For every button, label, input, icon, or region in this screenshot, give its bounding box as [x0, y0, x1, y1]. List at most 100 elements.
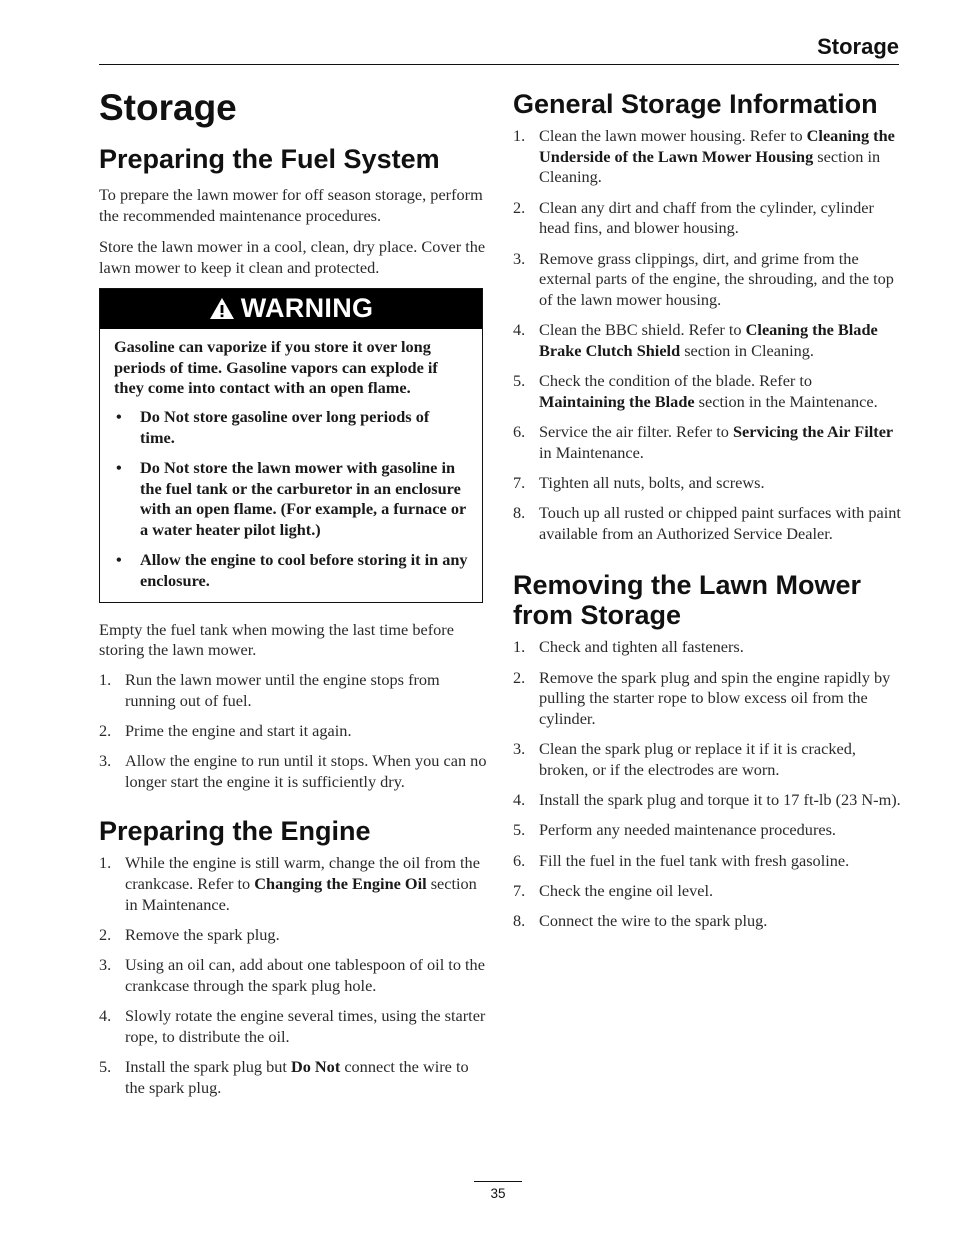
list-item: 2. Clean any dirt and chaff from the cyli… — [513, 198, 901, 239]
list-item: 3. Allow the engine to run until it stops… — [99, 751, 487, 792]
page-title: Storage — [99, 87, 237, 128]
cross-reference: Servicing the Air Filter — [732, 421, 894, 441]
item-number: 5. — [99, 1057, 112, 1077]
item-number: 1. — [99, 669, 112, 689]
item-number: 4. — [513, 790, 526, 810]
item-number: 6. — [513, 850, 526, 870]
cross-reference: Maintaining the Blade — [539, 391, 695, 411]
item-number: 1. — [513, 637, 526, 657]
warning-title: WARNING — [240, 293, 374, 324]
paragraph: Empty the fuel tank when mowing the last… — [99, 619, 454, 660]
warning-intro: Gasoline can vaporize if you store it ov… — [114, 336, 438, 398]
item-text: Connect the wire to the spark plug. — [539, 910, 768, 930]
warning-bullet: • Allow the engine to cool before storing… — [116, 550, 468, 590]
list-item: 8. Connect the wire to the spark plug. — [513, 911, 901, 932]
item-number: 3. — [513, 248, 526, 268]
item-text: Perform any needed maintenance procedure… — [539, 820, 836, 840]
item-text: in Maintenance. — [539, 442, 644, 462]
list-item: 7. Check the engine oil level. — [513, 881, 901, 902]
list-item: 3. Using an oil can, add about one tables… — [99, 955, 487, 996]
running-head: Storage — [817, 34, 899, 59]
left-column: Storage Preparing the Fuel System To pre… — [99, 86, 487, 1108]
footer-rule — [474, 1181, 522, 1182]
item-number: 8. — [513, 503, 526, 523]
item-number: 4. — [99, 1006, 112, 1026]
item-number: 2. — [99, 925, 112, 945]
section-heading-fuel-system: Preparing the Fuel System — [99, 144, 440, 174]
list-item: 1. Check and tighten all fasteners. — [513, 637, 901, 658]
paragraph: Store the lawn mower in a cool, clean, d… — [99, 237, 486, 278]
item-text: Prime the engine and start it again. — [125, 720, 352, 740]
item-text: Check and tighten all fasteners. — [539, 637, 744, 657]
item-text: Clean any dirt and chaff from the cylind… — [539, 197, 874, 238]
list-item: 5. Install the spark plug but Do Not conn… — [99, 1057, 487, 1098]
warning-header: WARNING — [100, 288, 482, 329]
section-heading-general-storage: General Storage Information — [513, 89, 878, 119]
list-item: 6. Fill the fuel in the fuel tank with fr… — [513, 851, 901, 872]
item-text: Allow the engine to run until it stops. … — [125, 751, 487, 791]
item-number: 1. — [99, 853, 112, 873]
list-item: 1. Run the lawn mower until the engine st… — [99, 670, 487, 711]
section-heading-removing: Removing the Lawn Mower from Storage — [513, 570, 862, 631]
list-item: 6. Service the air filter. Refer to Servi… — [513, 422, 901, 463]
warning-triangle-icon — [209, 298, 234, 320]
list-item: 3. Remove grass clippings, dirt, and grim… — [513, 249, 901, 311]
general-steps-list: 1. Clean the lawn mower housing. Refer to… — [513, 126, 901, 544]
item-text: Service the air filter. Refer to — [539, 421, 733, 441]
item-text: Remove grass clippings, dirt, and grime … — [539, 248, 894, 309]
warning-bullets: • Do Not store gasoline over long periods… — [114, 407, 468, 592]
header-rule — [99, 64, 899, 65]
list-item: 4. Clean the BBC shield. Refer to Cleanin… — [513, 320, 901, 361]
list-item: 2. Remove the spark plug. — [99, 925, 487, 946]
list-item: 3. Clean the spark plug or replace it if … — [513, 739, 901, 780]
item-text: Clean the BBC shield. Refer to — [539, 320, 746, 340]
item-text: Run the lawn mower until the engine stop… — [125, 669, 440, 710]
list-item: 8. Touch up all rusted or chipped paint s… — [513, 503, 901, 544]
item-number: 4. — [513, 320, 526, 340]
item-text: Remove the spark plug and spin the engin… — [539, 667, 891, 729]
item-number: 3. — [513, 739, 526, 759]
item-number: 7. — [513, 472, 526, 492]
item-text: Remove the spark plug. — [125, 925, 280, 945]
list-item: 2. Prime the engine and start it again. — [99, 721, 487, 742]
paragraph: To prepare the lawn mower for off season… — [99, 185, 483, 225]
engine-steps-list: 1. While the engine is still warm, change… — [99, 853, 487, 1098]
page-number: 35 — [490, 1186, 506, 1201]
right-column: General Storage Information 1. Clean the … — [513, 86, 901, 941]
bullet-icon: • — [116, 406, 122, 426]
item-text: Touch up all rusted or chipped paint sur… — [539, 503, 901, 543]
fuel-steps-list: 1. Run the lawn mower until the engine st… — [99, 670, 487, 793]
bullet-icon: • — [116, 550, 122, 570]
list-item: 2. Remove the spark plug and spin the eng… — [513, 668, 901, 730]
item-number: 2. — [513, 667, 526, 687]
item-text: Using an oil can, add about one tablespo… — [125, 955, 485, 995]
list-item: 5. Check the condition of the blade. Refe… — [513, 371, 901, 412]
cross-reference: Do Not — [290, 1057, 341, 1077]
list-item: 7. Tighten all nuts, bolts, and screws. — [513, 473, 901, 494]
removing-steps-list: 1. Check and tighten all fasteners. 2. Remo… — [513, 637, 901, 931]
item-text: Slowly rotate the engine several times, … — [125, 1006, 486, 1046]
warning-bullet: • Do Not store the lawn mower with gasoli… — [116, 457, 466, 539]
item-number: 1. — [513, 126, 526, 145]
section-heading-engine: Preparing the Engine — [99, 816, 371, 847]
item-text: Check the engine oil level. — [539, 880, 714, 900]
item-number: 2. — [99, 720, 112, 740]
item-number: 5. — [513, 820, 526, 840]
item-text: section in the Maintenance. — [694, 391, 878, 411]
item-number: 6. — [513, 421, 526, 441]
bullet-icon: • — [116, 457, 122, 477]
item-number: 8. — [513, 910, 526, 930]
item-number: 3. — [99, 751, 112, 771]
item-text: Clean the lawn mower housing. Refer to — [539, 126, 807, 145]
item-text: Install the spark plug and torque it to … — [539, 790, 901, 810]
item-text: Fill the fuel in the fuel tank with fres… — [539, 850, 850, 870]
list-item: 4. Slowly rotate the engine several times… — [99, 1006, 487, 1047]
item-text: Install the spark plug but — [125, 1057, 291, 1077]
list-item: 5. Perform any needed maintenance procedu… — [513, 820, 901, 841]
item-text: Clean the spark plug or replace it if it… — [539, 739, 856, 779]
list-item: 4. Install the spark plug and torque it t… — [513, 790, 901, 811]
item-text: Tighten all nuts, bolts, and screws. — [539, 472, 765, 492]
item-number: 2. — [513, 197, 526, 217]
warning-bullet: • Do Not store gasoline over long periods… — [116, 406, 430, 447]
item-text: Check the condition of the blade. Refer … — [539, 371, 813, 391]
